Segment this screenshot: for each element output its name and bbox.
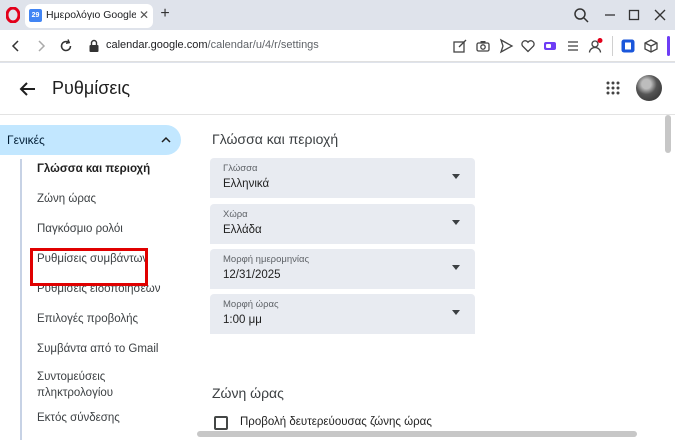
browser-titlebar: 29 Ημερολόγιο Google - Γενι ✕ + bbox=[0, 0, 675, 30]
calendar-favicon-icon: 29 bbox=[29, 9, 42, 22]
select-label: Μορφή ημερομηνίας bbox=[223, 254, 310, 265]
avatar[interactable] bbox=[636, 75, 662, 101]
select-value: 12/31/2025 bbox=[223, 269, 281, 281]
horizontal-scrollbar[interactable] bbox=[197, 431, 637, 437]
extensions-cube-icon[interactable] bbox=[643, 38, 659, 54]
apps-grid-icon[interactable] bbox=[606, 81, 620, 95]
sidebar-item-timezone[interactable]: Ζώνη ώρας bbox=[37, 193, 96, 205]
chevron-up-icon[interactable] bbox=[160, 134, 172, 146]
url-path: /calendar/u/4/r/settings bbox=[207, 39, 319, 51]
url-field[interactable]: calendar.google.com/calendar/u/4/r/setti… bbox=[106, 39, 319, 51]
settings-page: Ρυθμίσεις Γενικές Γλώσσα και περιοχή Ζών… bbox=[0, 63, 675, 440]
sidebar-item-language-region[interactable]: Γλώσσα και περιοχή bbox=[37, 163, 150, 175]
select-value: Ελληνικά bbox=[223, 178, 270, 190]
edit-icon[interactable] bbox=[452, 38, 468, 54]
sidebar-item-view-options[interactable]: Επιλογές προβολής bbox=[37, 313, 138, 325]
settings-content: Γλώσσα και περιοχή Γλώσσα Ελληνικά Χώρα … bbox=[210, 125, 650, 440]
back-arrow-icon[interactable] bbox=[18, 79, 38, 99]
dropdown-arrow-icon bbox=[452, 174, 460, 179]
tab-close-icon[interactable]: ✕ bbox=[138, 8, 150, 22]
sidebar-item-offline[interactable]: Εκτός σύνδεσης bbox=[37, 412, 120, 424]
browser-tab[interactable]: 29 Ημερολόγιο Google - Γενι ✕ bbox=[25, 4, 153, 28]
highlight-box bbox=[30, 248, 148, 286]
secondary-timezone-checkbox[interactable] bbox=[214, 416, 228, 430]
back-nav-icon[interactable] bbox=[8, 38, 24, 54]
section-title-timezone: Ζώνη ώρας bbox=[212, 385, 284, 401]
sidebar-toggle[interactable] bbox=[667, 36, 670, 56]
new-tab-icon[interactable]: + bbox=[158, 6, 172, 22]
minimize-icon[interactable] bbox=[601, 6, 619, 24]
section-title-language-region: Γλώσσα και περιοχή bbox=[212, 131, 339, 147]
select-label: Μορφή ώρας bbox=[223, 299, 279, 310]
dropdown-arrow-icon bbox=[452, 265, 460, 270]
sidebar-divider bbox=[20, 159, 22, 440]
forward-nav-icon[interactable] bbox=[33, 38, 49, 54]
heart-icon[interactable] bbox=[520, 38, 536, 54]
search-tabs-icon[interactable] bbox=[572, 6, 590, 24]
select-label: Χώρα bbox=[223, 209, 248, 220]
tab-title: Ημερολόγιο Google - Γενι bbox=[46, 9, 136, 21]
select-value: Ελλάδα bbox=[223, 224, 262, 236]
opera-logo-icon[interactable] bbox=[6, 7, 20, 23]
url-host: calendar.google.com bbox=[106, 39, 208, 51]
select-value: 1:00 μμ bbox=[223, 314, 262, 326]
select-label: Γλώσσα bbox=[223, 163, 258, 174]
reload-icon[interactable] bbox=[58, 38, 74, 54]
time-format-select[interactable]: Μορφή ώρας 1:00 μμ bbox=[210, 294, 475, 334]
camera-icon[interactable] bbox=[475, 38, 491, 54]
page-header: Ρυθμίσεις bbox=[0, 63, 675, 115]
sidebar-section-title: Γενικές bbox=[7, 133, 45, 147]
menu-lines-icon[interactable] bbox=[565, 38, 581, 54]
dropdown-arrow-icon bbox=[452, 310, 460, 315]
date-format-select[interactable]: Μορφή ημερομηνίας 12/31/2025 bbox=[210, 249, 475, 289]
vertical-scrollbar[interactable] bbox=[665, 115, 671, 153]
profile-icon[interactable] bbox=[587, 38, 603, 54]
send-icon[interactable] bbox=[498, 38, 514, 54]
secondary-timezone-label: Προβολή δευτερεύουσας ζώνης ώρας bbox=[240, 416, 432, 428]
language-select[interactable]: Γλώσσα Ελληνικά bbox=[210, 158, 475, 198]
toolbar-separator bbox=[612, 36, 613, 56]
page-title: Ρυθμίσεις bbox=[52, 78, 131, 98]
lock-icon[interactable] bbox=[88, 39, 100, 53]
sidebar-item-gmail-events[interactable]: Συμβάντα από το Gmail bbox=[37, 343, 158, 355]
extension-blue-icon[interactable] bbox=[620, 38, 636, 54]
maximize-icon[interactable] bbox=[625, 6, 643, 24]
address-bar: calendar.google.com/calendar/u/4/r/setti… bbox=[0, 30, 675, 62]
close-window-icon[interactable] bbox=[651, 6, 669, 24]
dropdown-arrow-icon bbox=[452, 220, 460, 225]
sidebar-item-world-clock[interactable]: Παγκόσμιο ρολόι bbox=[37, 223, 123, 235]
country-select[interactable]: Χώρα Ελλάδα bbox=[210, 204, 475, 244]
sidebar-section-general[interactable]: Γενικές bbox=[0, 125, 181, 155]
battery-saver-icon[interactable] bbox=[542, 38, 558, 54]
sidebar-item-keyboard-shortcuts[interactable]: Συντομεύσεις πληκτρολογίου bbox=[37, 369, 157, 401]
